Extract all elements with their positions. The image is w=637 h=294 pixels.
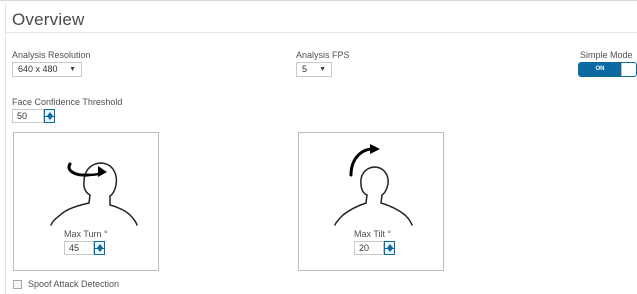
face-confidence-spinner[interactable] (44, 109, 55, 123)
simple-mode-label: Simple Mode (580, 50, 633, 60)
spinner-down-icon[interactable] (387, 248, 393, 252)
max-tilt-label: Max Tilt ° (354, 229, 392, 239)
spinner-down-icon[interactable] (97, 248, 103, 252)
analysis-fps-label: Analysis FPS (296, 50, 350, 60)
analysis-resolution-value: 640 x 480 (18, 64, 58, 74)
max-turn-input[interactable]: 45 (64, 241, 94, 255)
simple-mode-toggle[interactable]: ON (578, 62, 637, 77)
max-tilt-card: Max Tilt ° 20 (298, 132, 444, 271)
max-turn-card: Max Turn ° 45 (13, 132, 159, 271)
panel-left-border (5, 3, 6, 294)
analysis-fps-select[interactable]: 5 ▼ (296, 62, 332, 77)
analysis-resolution-select[interactable]: 640 x 480 ▼ (12, 62, 82, 77)
chevron-down-icon: ▼ (69, 66, 76, 73)
spoof-attack-label: Spoof Attack Detection (28, 279, 120, 289)
spinner-down-icon[interactable] (47, 116, 53, 120)
head-tilt-icon (334, 144, 413, 226)
face-confidence-label: Face Confidence Threshold (12, 97, 123, 107)
analysis-resolution-label: Analysis Resolution (12, 50, 91, 60)
max-tilt-spinner[interactable] (384, 241, 395, 255)
spoof-attack-checkbox[interactable] (13, 280, 22, 289)
overview-panel: Overview Analysis Resolution 640 x 480 ▼… (0, 0, 637, 294)
max-tilt-input[interactable]: 20 (354, 241, 384, 255)
max-turn-label: Max Turn ° (64, 229, 108, 239)
head-turn-icon (50, 162, 138, 226)
analysis-fps-value: 5 (302, 64, 308, 74)
face-confidence-input[interactable]: 50 (12, 109, 44, 123)
max-turn-spinner[interactable] (94, 241, 105, 255)
simple-mode-toggle-on-text: ON (579, 63, 621, 76)
toggle-knob (621, 63, 636, 76)
chevron-down-icon: ▼ (319, 66, 326, 73)
page-title: Overview (12, 10, 85, 29)
panel-top-border (0, 0, 637, 4)
title-divider (6, 32, 637, 33)
